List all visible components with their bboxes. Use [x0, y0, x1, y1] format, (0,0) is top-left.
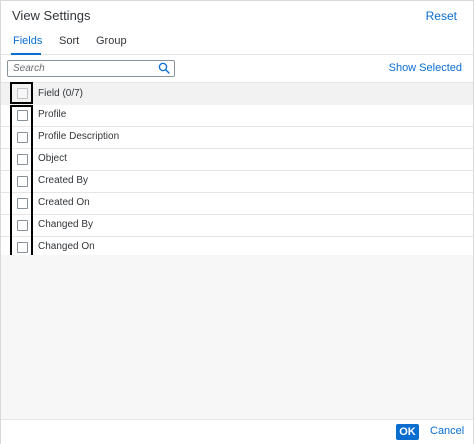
row-label: Created On: [38, 197, 90, 208]
row-checkbox[interactable]: [17, 220, 28, 231]
reset-button[interactable]: Reset: [426, 9, 457, 23]
dialog-title: View Settings: [12, 8, 91, 23]
table-row[interactable]: Object: [1, 149, 473, 171]
table-row[interactable]: Profile Description: [1, 127, 473, 149]
row-checkbox[interactable]: [17, 198, 28, 209]
view-settings-dialog: View Settings Reset Fields Sort Group Sh…: [0, 0, 474, 444]
row-checkbox[interactable]: [17, 242, 28, 253]
row-checkbox[interactable]: [17, 132, 28, 143]
row-label: Created By: [38, 175, 89, 186]
row-checkbox[interactable]: [17, 154, 28, 165]
column-header-field: Field (0/7): [38, 88, 84, 99]
fields-toolbar: Show Selected: [1, 55, 473, 82]
row-label: Profile Description: [38, 131, 120, 142]
dialog-footer: OK Cancel: [1, 419, 473, 444]
table-header-row: Field (0/7): [1, 82, 473, 106]
row-label: Changed By: [38, 219, 94, 230]
row-label: Profile: [38, 109, 67, 120]
row-label: Object: [38, 153, 67, 164]
row-label: Changed On: [38, 241, 95, 252]
dialog-header: View Settings Reset: [1, 1, 473, 29]
table-row[interactable]: Changed By: [1, 215, 473, 237]
table-row[interactable]: Profile: [1, 105, 473, 127]
table-row[interactable]: Created On: [1, 193, 473, 215]
ok-button[interactable]: OK: [396, 424, 419, 440]
cancel-button[interactable]: Cancel: [430, 425, 464, 437]
show-selected-button[interactable]: Show Selected: [389, 62, 462, 74]
row-checkbox[interactable]: [17, 176, 28, 187]
tab-group[interactable]: Group: [96, 35, 127, 47]
search-input[interactable]: [13, 62, 153, 75]
tab-sort[interactable]: Sort: [59, 35, 79, 47]
table-empty-area: [1, 255, 473, 419]
tab-bar: Fields Sort Group: [1, 29, 473, 55]
search-icon[interactable]: [158, 62, 170, 74]
tab-fields[interactable]: Fields: [13, 35, 42, 47]
table-row[interactable]: Created By: [1, 171, 473, 193]
select-all-checkbox[interactable]: [17, 88, 28, 99]
row-checkbox[interactable]: [17, 110, 28, 121]
search-field[interactable]: [7, 60, 175, 77]
